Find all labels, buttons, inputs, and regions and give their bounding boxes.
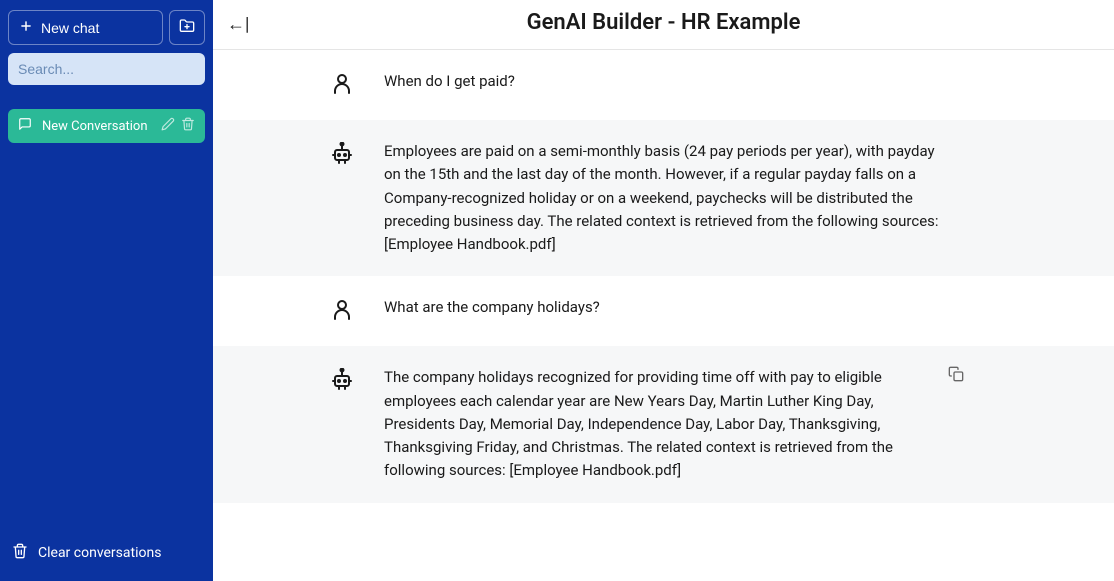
- new-chat-button[interactable]: New chat: [8, 10, 163, 45]
- search-input[interactable]: [8, 53, 205, 85]
- back-button[interactable]: ←|: [223, 10, 253, 39]
- edit-icon[interactable]: [161, 117, 175, 135]
- chat-icon: [18, 117, 32, 135]
- page-title: GenAI Builder - HR Example: [213, 10, 1114, 35]
- message-row-bot: The company holidays recognized for prov…: [213, 346, 1114, 502]
- message-row-user: What are the company holidays?: [213, 276, 1114, 346]
- user-icon: [330, 72, 354, 100]
- bot-avatar: [328, 140, 356, 170]
- trash-icon: [12, 543, 28, 563]
- message-row-user: When do I get paid?: [213, 50, 1114, 120]
- message-text: The company holidays recognized for prov…: [384, 366, 944, 482]
- conversation-title: New Conversation: [42, 119, 151, 134]
- folder-icon: [179, 18, 195, 37]
- main-area: ←| GenAI Builder - HR Example When do I …: [213, 0, 1114, 581]
- sidebar: New chat New Conversation Clear conversa…: [0, 0, 213, 581]
- message-text: Employees are paid on a semi-monthly bas…: [384, 140, 944, 256]
- sidebar-top: New chat: [8, 10, 205, 45]
- copy-button[interactable]: [948, 366, 964, 386]
- message-row-bot: Employees are paid on a semi-monthly bas…: [213, 120, 1114, 276]
- user-icon: [330, 298, 354, 326]
- user-avatar: [328, 296, 356, 326]
- user-avatar: [328, 70, 356, 100]
- robot-icon: [330, 142, 354, 170]
- plus-icon: [19, 19, 33, 36]
- clear-conversations-button[interactable]: Clear conversations: [8, 535, 205, 571]
- robot-icon: [330, 368, 354, 396]
- header: GenAI Builder - HR Example: [213, 0, 1114, 50]
- trash-icon[interactable]: [181, 117, 195, 135]
- conversation-item-active[interactable]: New Conversation: [8, 109, 205, 143]
- collapse-sidebar-button[interactable]: [169, 10, 205, 45]
- clear-conversations-label: Clear conversations: [38, 545, 161, 561]
- message-text: What are the company holidays?: [384, 296, 944, 319]
- bot-avatar: [328, 366, 356, 396]
- message-text: When do I get paid?: [384, 70, 944, 93]
- copy-icon: [948, 367, 964, 386]
- arrow-left-icon: ←|: [227, 14, 249, 35]
- messages-container: When do I get paid? Employees are paid o…: [213, 50, 1114, 581]
- new-chat-label: New chat: [41, 20, 99, 36]
